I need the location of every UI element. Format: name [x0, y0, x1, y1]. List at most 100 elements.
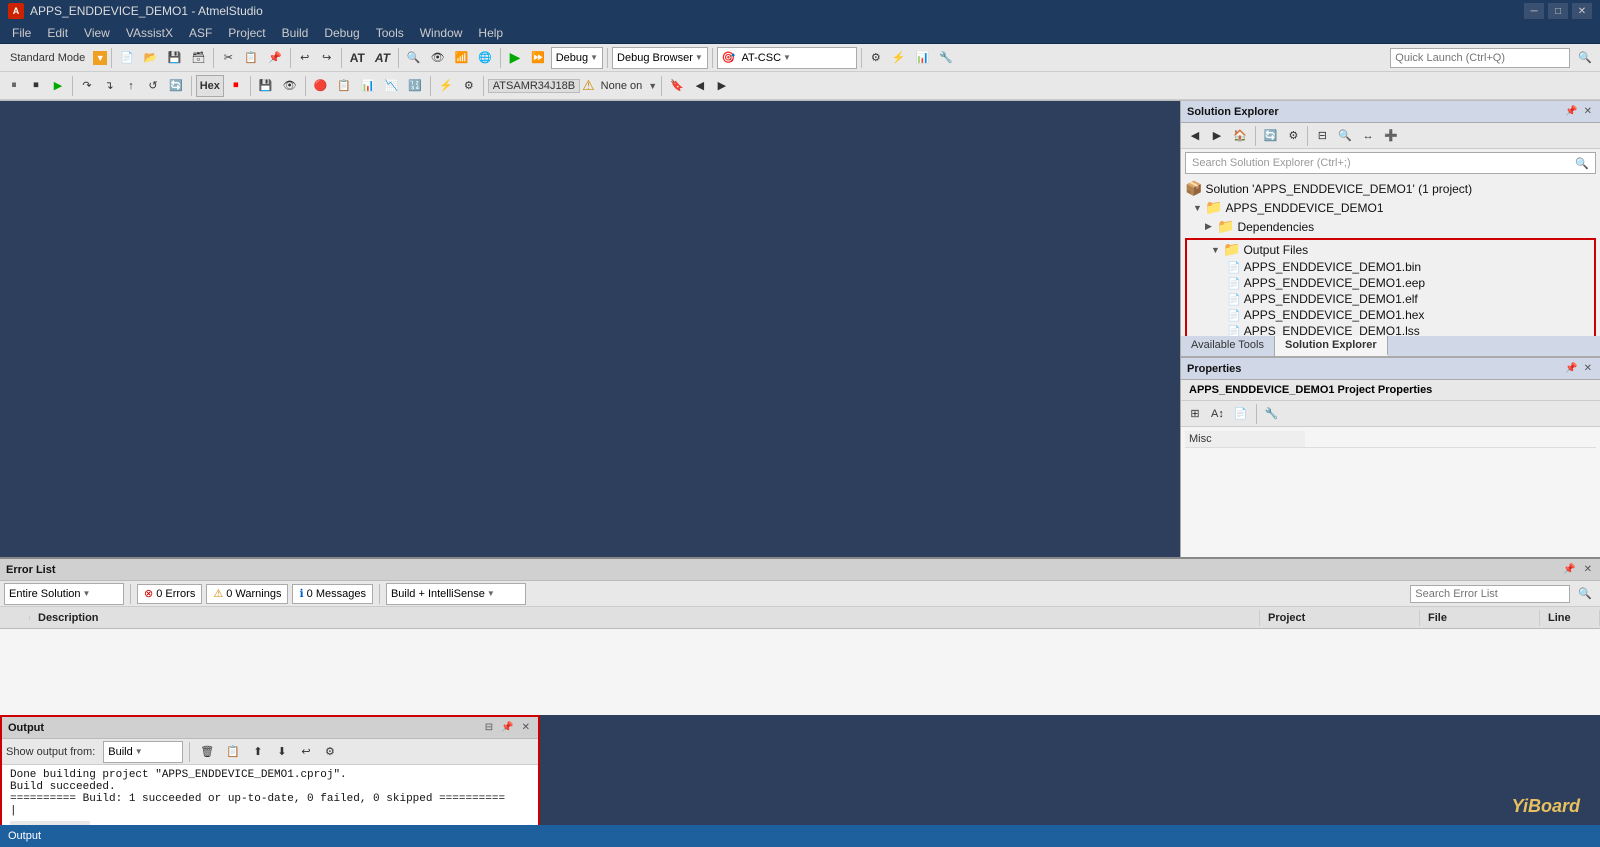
- menu-window[interactable]: Window: [412, 24, 471, 42]
- debug-run-btn[interactable]: ▶: [48, 75, 68, 97]
- debug-misc-5[interactable]: ⚡: [435, 75, 457, 97]
- copy-btn[interactable]: 📋: [240, 47, 262, 69]
- watch-btn[interactable]: 👁: [279, 75, 301, 97]
- output-scroll-bottom-btn[interactable]: ⬇: [272, 741, 292, 763]
- warnings-filter-btn[interactable]: ⚠ 0 Warnings: [206, 584, 288, 604]
- debug-step-over[interactable]: ↷: [77, 75, 97, 97]
- panel-pin-btn[interactable]: 📌: [1563, 106, 1579, 117]
- binoculars-btn[interactable]: 👁: [427, 47, 449, 69]
- se-refresh-btn[interactable]: 🔄: [1260, 125, 1282, 147]
- tree-output-files[interactable]: ▼ 📁 Output Files: [1187, 240, 1594, 259]
- se-sync-btn[interactable]: ↔: [1358, 125, 1378, 147]
- output-scroll-top-btn[interactable]: ⬆: [248, 741, 268, 763]
- output-settings-btn[interactable]: ⚙: [320, 741, 340, 763]
- debug-step-out[interactable]: ↑: [121, 75, 141, 97]
- debug-config-dropdown[interactable]: Debug ▼: [551, 47, 603, 69]
- se-collapse-btn[interactable]: ⊟: [1312, 125, 1332, 147]
- debug-stop-btn[interactable]: ⏹: [26, 75, 46, 97]
- stop-btn[interactable]: ⏹: [226, 75, 246, 97]
- minimize-button[interactable]: ─: [1524, 3, 1544, 19]
- play-btn[interactable]: ▶: [505, 47, 525, 69]
- tree-project[interactable]: ▼ 📁 APPS_ENDDEVICE_DEMO1: [1181, 198, 1600, 217]
- tab-solution-explorer[interactable]: Solution Explorer: [1275, 336, 1388, 356]
- close-button[interactable]: ✕: [1572, 3, 1592, 19]
- se-home-btn[interactable]: 🏠: [1229, 125, 1251, 147]
- quicklaunch-search-btn[interactable]: 🔍: [1574, 47, 1596, 69]
- nav-back-btn[interactable]: ◀: [690, 75, 710, 97]
- wifi-btn[interactable]: 📶: [451, 47, 473, 69]
- target-selector-dropdown[interactable]: 🎯 AT-CSC ▼: [717, 47, 857, 69]
- se-new-btn[interactable]: ➕: [1380, 125, 1402, 147]
- breakpoint-btn[interactable]: 🔴: [310, 75, 332, 97]
- debug-reset-btn[interactable]: ↺: [143, 75, 163, 97]
- props-pin-btn[interactable]: 📌: [1563, 363, 1579, 374]
- debug-misc-4[interactable]: 🔢: [404, 75, 426, 97]
- nav-fwd-btn[interactable]: ▶: [712, 75, 732, 97]
- error-search-btn[interactable]: 🔍: [1574, 583, 1596, 605]
- debug-misc-1[interactable]: 📋: [333, 75, 355, 97]
- toolbar-btn-1[interactable]: ⚙: [866, 47, 886, 69]
- memory-btn[interactable]: 💾: [255, 75, 277, 97]
- output-copy-all-btn[interactable]: 📋: [222, 741, 244, 763]
- quicklaunch-input[interactable]: [1390, 48, 1570, 68]
- undo-btn[interactable]: ↩: [295, 47, 315, 69]
- debug-browser-dropdown[interactable]: Debug Browser ▼: [612, 47, 708, 69]
- se-settings-btn[interactable]: ⚙: [1283, 125, 1303, 147]
- props-categorize-btn[interactable]: ⊞: [1185, 403, 1205, 425]
- menu-tools[interactable]: Tools: [368, 24, 412, 42]
- props-close-btn[interactable]: ✕: [1582, 363, 1594, 374]
- error-source-dropdown[interactable]: Build + IntelliSense ▼: [386, 583, 526, 605]
- at-btn[interactable]: AT: [346, 47, 369, 69]
- error-filter-dropdown[interactable]: Entire Solution ▼: [4, 583, 124, 605]
- messages-filter-btn[interactable]: ℹ 0 Messages: [292, 584, 373, 604]
- se-filter-btn[interactable]: 🔍: [1334, 125, 1356, 147]
- step-btn[interactable]: ⏩: [527, 47, 549, 69]
- save-btn[interactable]: 💾: [164, 47, 186, 69]
- menu-project[interactable]: Project: [220, 24, 273, 42]
- menu-asf[interactable]: ASF: [181, 24, 220, 42]
- debug-pause-btn[interactable]: ⏸: [4, 75, 24, 97]
- debug-refresh-btn[interactable]: 🔄: [165, 75, 187, 97]
- se-fwd-btn[interactable]: ▶: [1207, 125, 1227, 147]
- output-source-dropdown[interactable]: Build ▼: [103, 741, 183, 763]
- props-pages-btn[interactable]: 📄: [1230, 403, 1252, 425]
- toolbar-btn-4[interactable]: 🔧: [935, 47, 957, 69]
- error-list-pin-btn[interactable]: 📌: [1561, 564, 1577, 575]
- new-file-btn[interactable]: 📄: [116, 47, 138, 69]
- menu-file[interactable]: File: [4, 24, 39, 42]
- se-search-box[interactable]: Search Solution Explorer (Ctrl+;) 🔍: [1185, 152, 1596, 174]
- tree-dependencies[interactable]: ▶ 📁 Dependencies: [1181, 217, 1600, 236]
- redo-btn[interactable]: ↪: [317, 47, 337, 69]
- debug-misc-2[interactable]: 📊: [357, 75, 379, 97]
- panel-close-btn[interactable]: ✕: [1582, 106, 1594, 117]
- save-all-btn[interactable]: 🗃: [187, 47, 209, 69]
- menu-vassistx[interactable]: VAssistX: [118, 24, 181, 42]
- menu-edit[interactable]: Edit: [39, 24, 76, 42]
- output-word-wrap-btn[interactable]: ↩: [296, 741, 316, 763]
- tree-file-bin[interactable]: 📄 APPS_ENDDEVICE_DEMO1.bin: [1187, 259, 1594, 275]
- paste-btn[interactable]: 📌: [264, 47, 286, 69]
- cut-btn[interactable]: ✂: [218, 47, 238, 69]
- menu-debug[interactable]: Debug: [316, 24, 367, 42]
- debug-misc-6[interactable]: ⚙: [459, 75, 479, 97]
- props-wrench-btn[interactable]: 🔧: [1261, 403, 1283, 425]
- restore-button[interactable]: □: [1548, 3, 1568, 19]
- tree-file-lss[interactable]: 📄 APPS_ENDDEVICE_DEMO1.lss: [1187, 323, 1594, 336]
- open-file-btn[interactable]: 📂: [140, 47, 162, 69]
- at2-btn[interactable]: AT: [371, 47, 394, 69]
- errors-filter-btn[interactable]: ⊗ 0 Errors: [137, 584, 202, 604]
- tab-available-tools[interactable]: Available Tools: [1181, 336, 1275, 356]
- bookmark-btn[interactable]: 🔖: [666, 75, 688, 97]
- tree-file-eep[interactable]: 📄 APPS_ENDDEVICE_DEMO1.eep: [1187, 275, 1594, 291]
- menu-build[interactable]: Build: [274, 24, 317, 42]
- toolbar-btn-3[interactable]: 📊: [912, 47, 934, 69]
- toolbar-btn-2[interactable]: ⚡: [888, 47, 910, 69]
- props-alphabetic-btn[interactable]: A↕: [1207, 403, 1228, 425]
- debug-misc-3[interactable]: 📉: [381, 75, 403, 97]
- wifi2-btn[interactable]: 🌐: [474, 47, 496, 69]
- output-clear-btn[interactable]: 🗑: [196, 741, 218, 763]
- output-pin-btn[interactable]: 📌: [499, 722, 515, 733]
- debug-step-into[interactable]: ↴: [99, 75, 119, 97]
- error-list-close-btn[interactable]: ✕: [1582, 564, 1594, 575]
- tree-solution-root[interactable]: 📦 Solution 'APPS_ENDDEVICE_DEMO1' (1 pro…: [1181, 179, 1600, 198]
